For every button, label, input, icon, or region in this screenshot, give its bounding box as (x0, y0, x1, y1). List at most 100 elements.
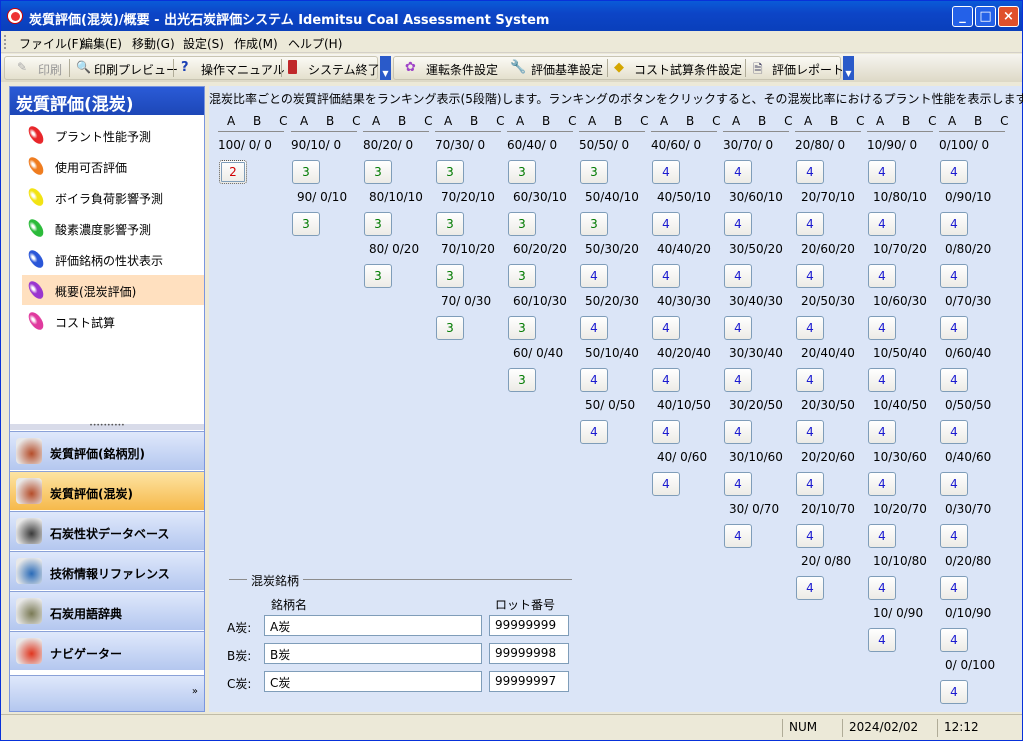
ranking-button[interactable]: 3 (580, 160, 608, 184)
manual-button[interactable]: 操作マニュアル (201, 61, 285, 78)
ranking-button[interactable]: 4 (868, 524, 896, 548)
brand-name-field[interactable]: C炭 (264, 671, 482, 692)
report-button[interactable]: 評価レポート (772, 61, 844, 78)
criteria-settings-button[interactable]: 評価基準設定 (531, 61, 603, 78)
ranking-button[interactable]: 3 (364, 160, 392, 184)
ranking-button[interactable]: 4 (796, 420, 824, 444)
ranking-button[interactable]: 4 (580, 420, 608, 444)
more-icon[interactable]: » (192, 686, 198, 697)
menu-file[interactable]: ファイル(F) (19, 35, 83, 52)
ranking-button[interactable]: 3 (436, 212, 464, 236)
nav-item-3[interactable]: ボイラ負荷影響予測 (22, 182, 204, 212)
menu-go[interactable]: 移動(G) (132, 35, 175, 52)
toolbar-overflow-1[interactable]: ▼ (380, 56, 391, 80)
ranking-button[interactable]: 4 (724, 524, 752, 548)
ranking-button[interactable]: 3 (580, 212, 608, 236)
menu-help[interactable]: ヘルプ(H) (288, 35, 342, 52)
ranking-button[interactable]: 3 (436, 316, 464, 340)
ranking-button[interactable]: 3 (436, 264, 464, 288)
ranking-button[interactable]: 3 (292, 160, 320, 184)
minimize-button[interactable]: _ (952, 6, 973, 27)
ranking-button[interactable]: 4 (652, 316, 680, 340)
nav-item-1[interactable]: プラント性能予測 (22, 120, 204, 150)
ranking-button[interactable]: 4 (868, 368, 896, 392)
ranking-button[interactable]: 4 (940, 576, 968, 600)
nav-overflow-bar[interactable]: » (10, 675, 204, 711)
ranking-button[interactable]: 3 (508, 264, 536, 288)
ranking-button[interactable]: 4 (940, 524, 968, 548)
ranking-button[interactable]: 4 (580, 316, 608, 340)
ranking-button[interactable]: 4 (868, 628, 896, 652)
cat-coal-evaluation-brand[interactable]: 炭質評価(銘柄別) (10, 431, 204, 470)
ranking-button[interactable]: 4 (724, 420, 752, 444)
ranking-button[interactable]: 4 (796, 212, 824, 236)
ranking-button[interactable]: 4 (940, 368, 968, 392)
ranking-button[interactable]: 4 (868, 316, 896, 340)
ranking-button[interactable]: 4 (796, 524, 824, 548)
nav-item-4[interactable]: 酸素濃度影響予測 (22, 213, 204, 243)
ranking-button[interactable]: 4 (940, 680, 968, 704)
lot-number-field[interactable]: 99999999 (489, 615, 569, 636)
ranking-button[interactable]: 4 (868, 264, 896, 288)
cat-coal-database[interactable]: 石炭性状データベース (10, 511, 204, 550)
ranking-button[interactable]: 4 (580, 264, 608, 288)
ranking-button[interactable]: 4 (868, 160, 896, 184)
ranking-button[interactable]: 4 (868, 420, 896, 444)
ranking-button[interactable]: 3 (508, 316, 536, 340)
ranking-button[interactable]: 4 (796, 316, 824, 340)
menu-create[interactable]: 作成(M) (234, 35, 278, 52)
ranking-button[interactable]: 4 (652, 472, 680, 496)
cat-technical-reference[interactable]: 技術情報リファレンス (10, 551, 204, 590)
ranking-button[interactable]: 4 (652, 264, 680, 288)
ranking-button[interactable]: 3 (508, 160, 536, 184)
ranking-button[interactable]: 4 (940, 264, 968, 288)
ranking-button[interactable]: 4 (724, 264, 752, 288)
ranking-button[interactable]: 4 (724, 212, 752, 236)
ranking-button[interactable]: 3 (508, 368, 536, 392)
ranking-button[interactable]: 3 (508, 212, 536, 236)
operation-settings-button[interactable]: 運転条件設定 (426, 61, 498, 78)
ranking-button[interactable]: 4 (868, 472, 896, 496)
ranking-button[interactable]: 4 (652, 160, 680, 184)
ranking-button[interactable]: 4 (796, 472, 824, 496)
cat-coal-glossary[interactable]: 石炭用語辞典 (10, 591, 204, 630)
ranking-button[interactable]: 4 (580, 368, 608, 392)
toolbar-overflow-2[interactable]: ▼ (843, 56, 854, 80)
ranking-button[interactable]: 4 (940, 212, 968, 236)
exit-button[interactable]: システム終了 (308, 61, 380, 78)
cat-navigator[interactable]: ナビゲーター (10, 631, 204, 670)
nav-item-2[interactable]: 使用可否評価 (22, 151, 204, 181)
nav-item-6[interactable]: 概要(混炭評価) (22, 275, 204, 305)
print-preview-button[interactable]: 印刷プレビュー (94, 61, 178, 78)
ranking-button[interactable]: 3 (364, 212, 392, 236)
ranking-button[interactable]: 4 (724, 472, 752, 496)
nav-splitter[interactable]: •••••••••• (10, 423, 204, 430)
maximize-button[interactable]: □ (975, 6, 996, 27)
nav-item-7[interactable]: コスト試算 (22, 306, 204, 336)
ranking-button[interactable]: 4 (868, 576, 896, 600)
ranking-button[interactable]: 4 (652, 420, 680, 444)
lot-number-field[interactable]: 99999998 (489, 643, 569, 664)
ranking-button[interactable]: 2 (219, 160, 247, 184)
ranking-button[interactable]: 4 (940, 160, 968, 184)
ranking-button[interactable]: 4 (796, 576, 824, 600)
brand-name-field[interactable]: A炭 (264, 615, 482, 636)
menu-settings[interactable]: 設定(S) (183, 35, 224, 52)
ranking-button[interactable]: 4 (724, 316, 752, 340)
ranking-button[interactable]: 4 (796, 160, 824, 184)
ranking-button[interactable]: 4 (796, 264, 824, 288)
close-button[interactable]: × (998, 6, 1019, 27)
brand-name-field[interactable]: B炭 (264, 643, 482, 664)
ranking-button[interactable]: 4 (868, 212, 896, 236)
ranking-button[interactable]: 4 (940, 472, 968, 496)
ranking-button[interactable]: 4 (940, 628, 968, 652)
ranking-button[interactable]: 4 (940, 420, 968, 444)
ranking-button[interactable]: 3 (364, 264, 392, 288)
nav-item-5[interactable]: 評価銘柄の性状表示 (22, 244, 204, 274)
ranking-button[interactable]: 3 (292, 212, 320, 236)
ranking-button[interactable]: 4 (724, 368, 752, 392)
ranking-button[interactable]: 4 (796, 368, 824, 392)
menu-edit[interactable]: 編集(E) (81, 35, 122, 52)
print-button[interactable]: 印刷 (38, 61, 62, 78)
ranking-button[interactable]: 4 (652, 212, 680, 236)
